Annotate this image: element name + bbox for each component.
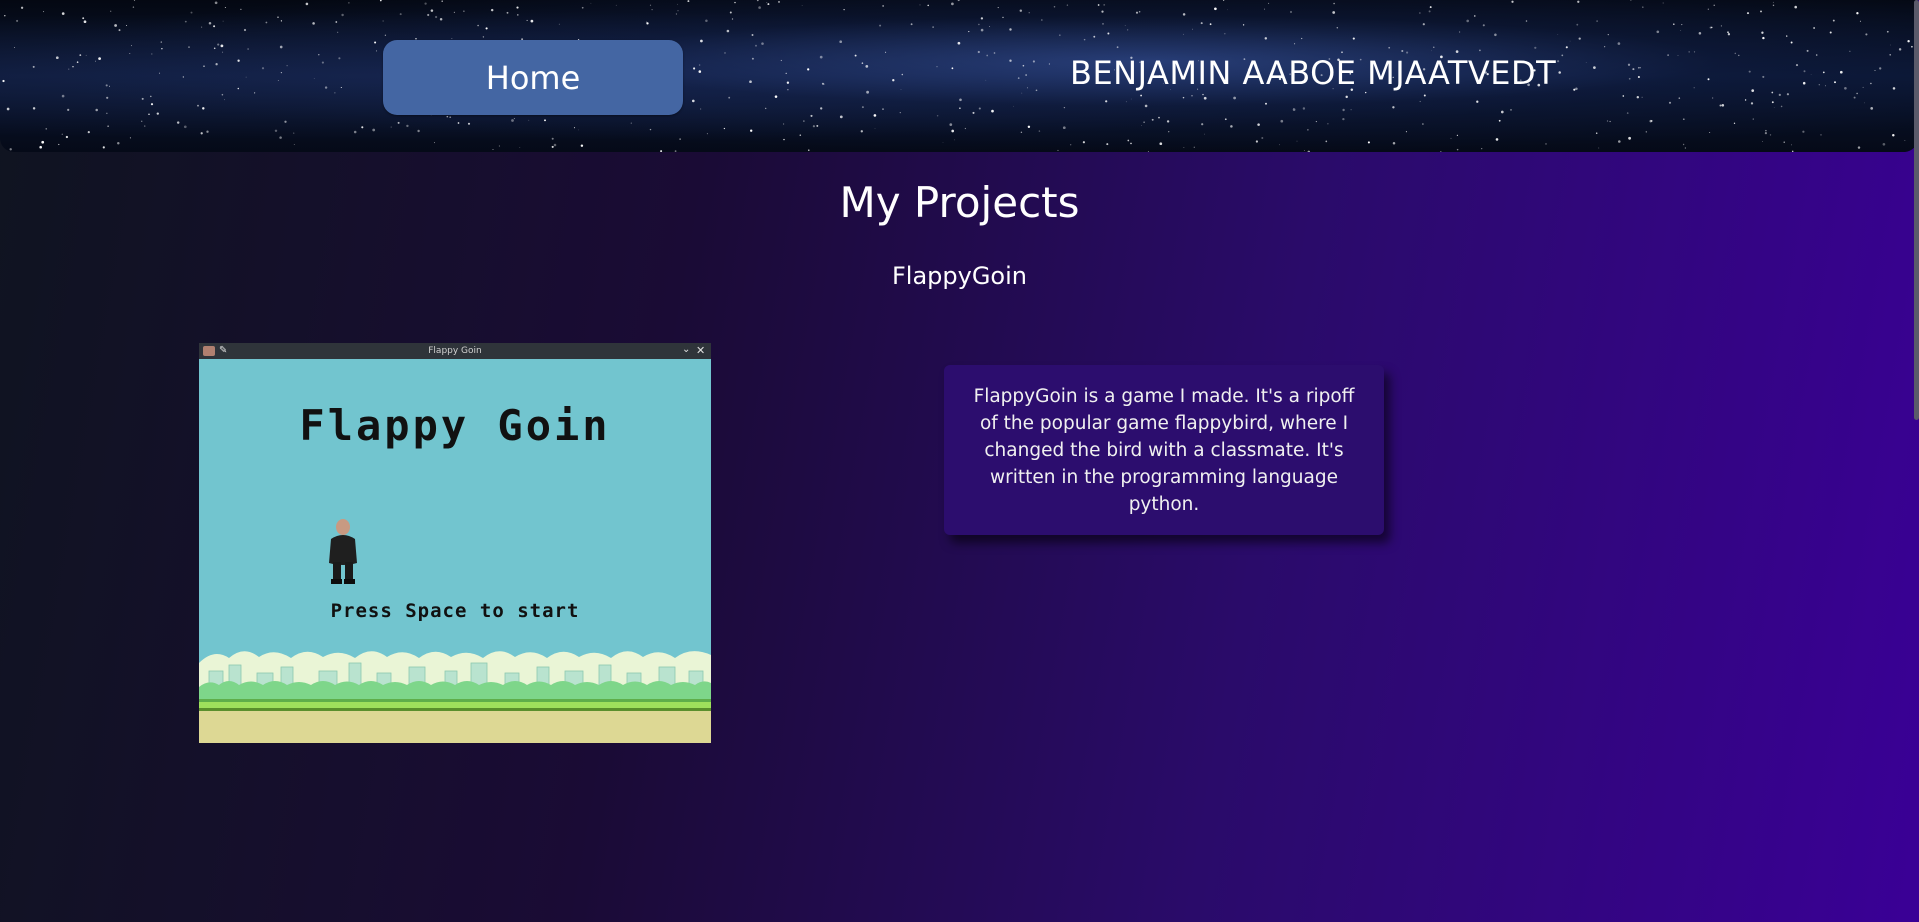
game-title: Flappy Goin: [299, 401, 611, 450]
close-icon: ✕: [696, 344, 706, 357]
starfield-background: [2, 0, 1917, 152]
project-screenshot: ✎ Flappy Goin ⌄ ✕ Flappy Goin Press Spac…: [199, 343, 711, 743]
site-title: BENJAMIN AABOE MJAATVEDT: [1070, 54, 1557, 92]
window-title: Flappy Goin: [428, 346, 482, 356]
project-description: FlappyGoin is a game I made. It's a ripo…: [973, 386, 1355, 515]
page-title: My Projects: [839, 178, 1080, 227]
player-sprite: [329, 519, 357, 584]
game-scenery: [199, 651, 711, 743]
project-description-card: FlappyGoin is a game I made. It's a ripo…: [944, 365, 1384, 535]
start-prompt: Press Space to start: [330, 600, 580, 622]
pin-icon: ✎: [219, 345, 228, 356]
app-icon: [203, 346, 215, 356]
project-title: FlappyGoin: [891, 262, 1027, 290]
home-button[interactable]: Home: [383, 40, 683, 115]
scrollbar-thumb[interactable]: [1914, 0, 1919, 420]
site-header: Home BENJAMIN AABOE MJAATVEDT: [0, 0, 1918, 152]
chevron-down-icon: ⌄: [682, 344, 691, 355]
window-titlebar: ✎ Flappy Goin ⌄ ✕: [199, 343, 711, 359]
